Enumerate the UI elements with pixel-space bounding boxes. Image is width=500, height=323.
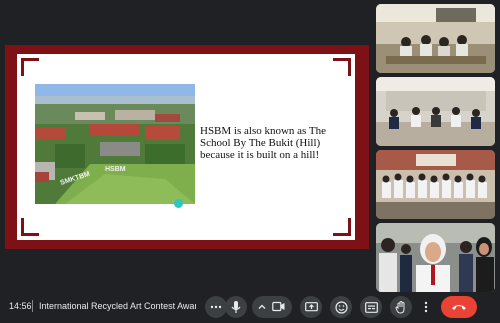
- captions-icon: [364, 301, 378, 313]
- participant-video-closeup: [376, 223, 495, 292]
- more-dots-button[interactable]: [205, 296, 227, 318]
- participant-tile-2[interactable]: [376, 77, 495, 146]
- hand-icon: [395, 300, 405, 314]
- participant-video-classroom: [376, 4, 495, 73]
- participant-video-rows: [376, 150, 495, 219]
- slide-corner-ornament: [333, 58, 351, 76]
- participant-tile-4[interactable]: [376, 223, 495, 292]
- microphone-button[interactable]: [225, 296, 247, 318]
- slide-corner-ornament: [21, 58, 39, 76]
- more-vertical-icon: [424, 301, 428, 313]
- meeting-title[interactable]: International Recycled Art Contest Award…: [39, 301, 196, 311]
- participant-video-hall: [376, 77, 495, 146]
- raise-hand-button[interactable]: [390, 296, 412, 318]
- slide-content: SMKTBM HSBM HSBM is also known as The Sc…: [17, 54, 355, 240]
- slide-corner-ornament: [21, 218, 39, 236]
- participant-tile-3[interactable]: [376, 150, 495, 219]
- pointer-dot: [174, 199, 183, 208]
- chevron-up-icon: [258, 304, 266, 309]
- emoji-reaction-button[interactable]: [330, 296, 352, 318]
- emoji-icon: [334, 300, 348, 314]
- camera-icon: [272, 301, 285, 312]
- more-horizontal-icon: [210, 305, 222, 309]
- phone-hangup-icon: [452, 305, 466, 310]
- slide-caption: HSBM is also known as The School By The …: [200, 125, 326, 161]
- participant-tile-1[interactable]: [376, 4, 495, 73]
- captions-button[interactable]: [360, 296, 382, 318]
- microphone-icon: [231, 300, 241, 313]
- camera-button[interactable]: [252, 296, 292, 318]
- clock-time: 14:56: [9, 301, 32, 311]
- slide-corner-ornament: [333, 218, 351, 236]
- control-bar: 14:56 International Recycled Art Contest…: [0, 292, 500, 323]
- more-options-button[interactable]: [418, 296, 434, 318]
- leave-call-button[interactable]: [441, 296, 477, 318]
- divider: [32, 300, 33, 312]
- meeting-screen: SMKTBM HSBM HSBM is also known as The Sc…: [0, 0, 500, 323]
- presentation-slide: SMKTBM HSBM HSBM is also known as The Sc…: [5, 45, 369, 249]
- present-icon: [304, 301, 318, 311]
- school-aerial-photo: SMKTBM HSBM: [35, 84, 195, 204]
- photo-sign-right: HSBM: [105, 166, 126, 173]
- present-screen-button[interactable]: [300, 296, 322, 318]
